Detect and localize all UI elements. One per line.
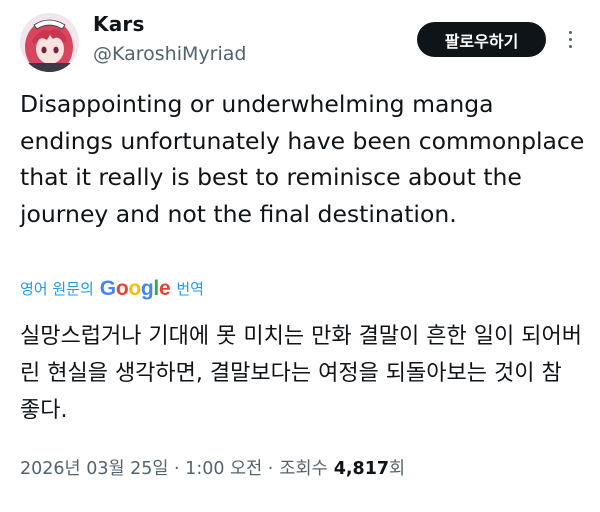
user-handle[interactable]: @KaroshiMyriad	[93, 43, 246, 65]
translation-prefix: 영어 원문의	[20, 280, 94, 298]
translation-attribution[interactable]: 영어 원문의 Google 번역	[20, 278, 204, 299]
more-vertical-icon[interactable]	[560, 26, 580, 52]
translation-suffix: 번역	[176, 280, 204, 298]
tweet-text: Disappointing or underwhelming manga end…	[20, 90, 585, 228]
dot	[568, 30, 572, 34]
views-count: 4,817	[333, 459, 390, 479]
timestamp[interactable]: 2026년 03월 25일 · 1:00 오전 ·	[20, 455, 273, 480]
display-name[interactable]: Kars	[93, 12, 145, 36]
google-logo-icon: Google	[99, 277, 171, 300]
anime-girl-avatar-icon	[20, 13, 79, 72]
views-label: 조회수	[279, 459, 328, 479]
follow-button[interactable]: 팔로우하기	[417, 22, 546, 57]
views-suffix: 회	[389, 459, 406, 479]
dot	[568, 44, 572, 48]
avatar[interactable]	[20, 13, 79, 72]
translated-text: 실망스럽거나 기대에 못 미치는 만화 결말이 흔한 일이 되어버린 현실을 생…	[20, 324, 582, 423]
dot	[568, 37, 572, 41]
tweet-meta: 2026년 03월 25일 · 1:00 오전 · 조회수 4,817 회	[20, 455, 405, 480]
